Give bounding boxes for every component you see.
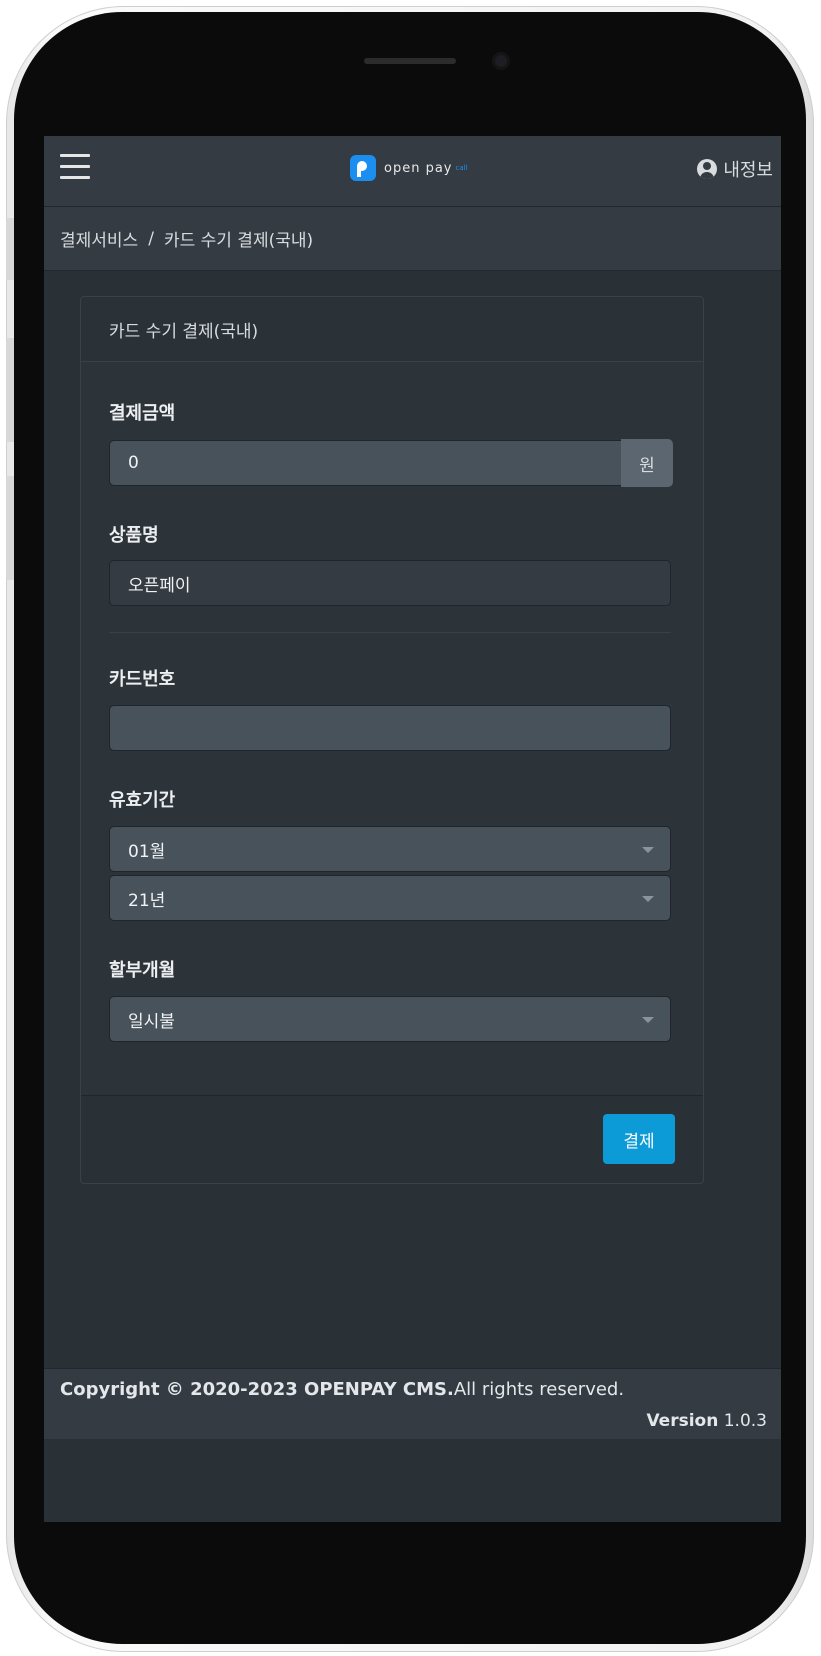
app-screen: open pay call 내정보 결제서비스 / 카드 수기 결제(국내) 카… [44, 136, 781, 1522]
my-info-label: 내정보 [723, 160, 773, 181]
caret-down-icon [642, 1017, 654, 1023]
openpay-logo-icon [350, 155, 376, 181]
payment-card: 카드 수기 결제(국내) 결제금액 0 원 상품명 오픈페이 카드번호 유효기간… [80, 296, 704, 1184]
breadcrumb: 결제서비스 / 카드 수기 결제(국내) [44, 207, 781, 271]
card-title: 카드 수기 결제(국내) [109, 321, 259, 342]
breadcrumb-item-current: 카드 수기 결제(국내) [163, 231, 314, 251]
installment-label: 할부개월 [109, 960, 176, 981]
copyright-rest: All rights reserved. [453, 1379, 625, 1400]
amount-input[interactable]: 0 [109, 440, 623, 486]
version-label: Version [646, 1411, 719, 1431]
card-header: 카드 수기 결제(국내) [81, 297, 703, 362]
side-button-volume-up [6, 338, 14, 442]
card-footer: 결제 [81, 1095, 703, 1183]
expiry-label: 유효기간 [109, 790, 176, 811]
side-button-mute [6, 218, 14, 280]
card-number-label: 카드번호 [109, 669, 176, 690]
brand-suffix: call [455, 164, 468, 172]
caret-down-icon [642, 896, 654, 902]
speaker-grille [364, 58, 456, 64]
version-info: Version 1.0.3 [646, 1411, 767, 1431]
hamburger-icon[interactable] [60, 154, 90, 180]
front-camera [492, 52, 510, 70]
installment-select[interactable]: 일시불 [109, 996, 671, 1042]
brand-text: open pay [384, 160, 453, 176]
copyright: Copyright © 2020-2023 OPENPAY CMS.All ri… [60, 1379, 624, 1400]
installment-value: 일시불 [128, 1011, 175, 1032]
user-circle-icon [697, 159, 718, 179]
product-name-input[interactable]: 오픈페이 [109, 560, 671, 606]
card-number-input[interactable] [109, 705, 671, 751]
product-label: 상품명 [109, 525, 159, 546]
side-button-volume-down [6, 476, 14, 580]
amount-unit: 원 [621, 439, 673, 487]
expiry-year-value: 21년 [128, 890, 166, 911]
copyright-bold: Copyright © 2020-2023 OPENPAY CMS. [60, 1379, 454, 1400]
expiry-year-select[interactable]: 21년 [109, 875, 671, 921]
amount-label: 결제금액 [109, 403, 176, 424]
section-divider [109, 632, 671, 633]
page-footer: Copyright © 2020-2023 OPENPAY CMS.All ri… [44, 1368, 781, 1439]
breadcrumb-item-payment-service[interactable]: 결제서비스 [60, 226, 138, 251]
brand-logo[interactable]: open pay call [350, 154, 468, 182]
version-value: 1.0.3 [723, 1411, 767, 1431]
top-navbar: open pay call 내정보 [44, 136, 781, 207]
expiry-month-value: 01월 [128, 841, 166, 862]
my-info-link[interactable]: 내정보 [697, 156, 773, 182]
caret-down-icon [642, 847, 654, 853]
pay-button[interactable]: 결제 [603, 1114, 675, 1164]
breadcrumb-separator: / [148, 228, 154, 249]
expiry-month-select[interactable]: 01월 [109, 826, 671, 872]
